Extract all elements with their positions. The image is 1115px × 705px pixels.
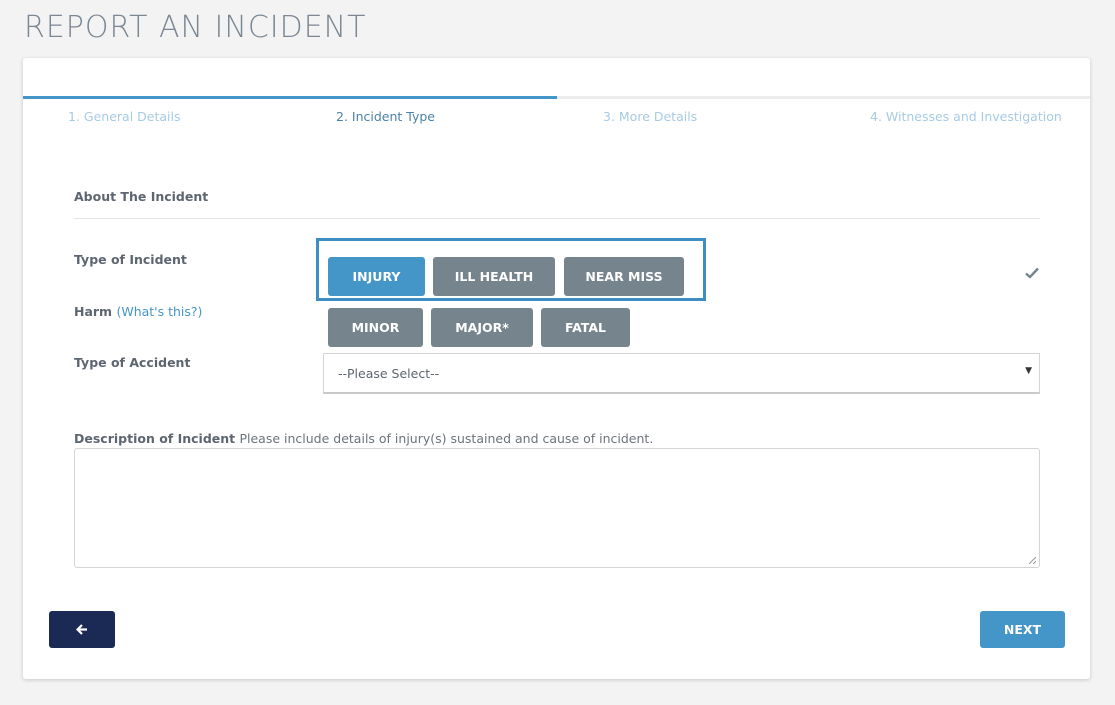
- wizard-steps: 1. General Details 2. Incident Type 3. M…: [23, 96, 1090, 136]
- harm-label: Harm (What's this?): [74, 304, 202, 319]
- progress-bar: [23, 96, 557, 99]
- type-of-accident-label: Type of Accident: [74, 355, 191, 370]
- incident-form-card: 1. General Details 2. Incident Type 3. M…: [23, 58, 1090, 679]
- next-button[interactable]: NEXT: [980, 611, 1065, 648]
- step-more-details[interactable]: 3. More Details: [603, 109, 697, 124]
- step-general-details[interactable]: 1. General Details: [68, 109, 180, 124]
- type-of-incident-label: Type of Incident: [74, 252, 187, 267]
- description-label-text: Description of Incident: [74, 431, 236, 446]
- description-label: Description of Incident Please include d…: [74, 431, 653, 446]
- select-value: --Please Select--: [338, 366, 440, 381]
- minor-button[interactable]: MINOR: [328, 308, 423, 347]
- step-witnesses-investigation[interactable]: 4. Witnesses and Investigation: [870, 109, 1062, 124]
- harm-help-link[interactable]: (What's this?): [116, 304, 202, 319]
- divider: [74, 218, 1040, 219]
- check-icon: [1025, 265, 1039, 283]
- step-incident-type[interactable]: 2. Incident Type: [336, 109, 435, 124]
- back-button[interactable]: [49, 611, 115, 648]
- arrow-left-icon: [76, 624, 87, 635]
- major-button[interactable]: MAJOR*: [431, 308, 533, 347]
- fatal-button[interactable]: FATAL: [541, 308, 630, 347]
- description-textarea[interactable]: [74, 448, 1040, 568]
- dropdown-arrow-icon: ▼: [1025, 366, 1032, 376]
- type-of-accident-select[interactable]: --Please Select-- ▼: [323, 353, 1040, 394]
- resize-handle-icon[interactable]: [1028, 556, 1037, 565]
- near-miss-button[interactable]: NEAR MISS: [564, 257, 684, 296]
- injury-button[interactable]: INJURY: [328, 257, 425, 296]
- page-title: REPORT AN INCIDENT: [24, 10, 367, 45]
- description-hint: Please include details of injury(s) sust…: [239, 431, 654, 446]
- ill-health-button[interactable]: ILL HEALTH: [433, 257, 555, 296]
- section-title: About The Incident: [74, 189, 209, 204]
- harm-label-text: Harm: [74, 304, 113, 319]
